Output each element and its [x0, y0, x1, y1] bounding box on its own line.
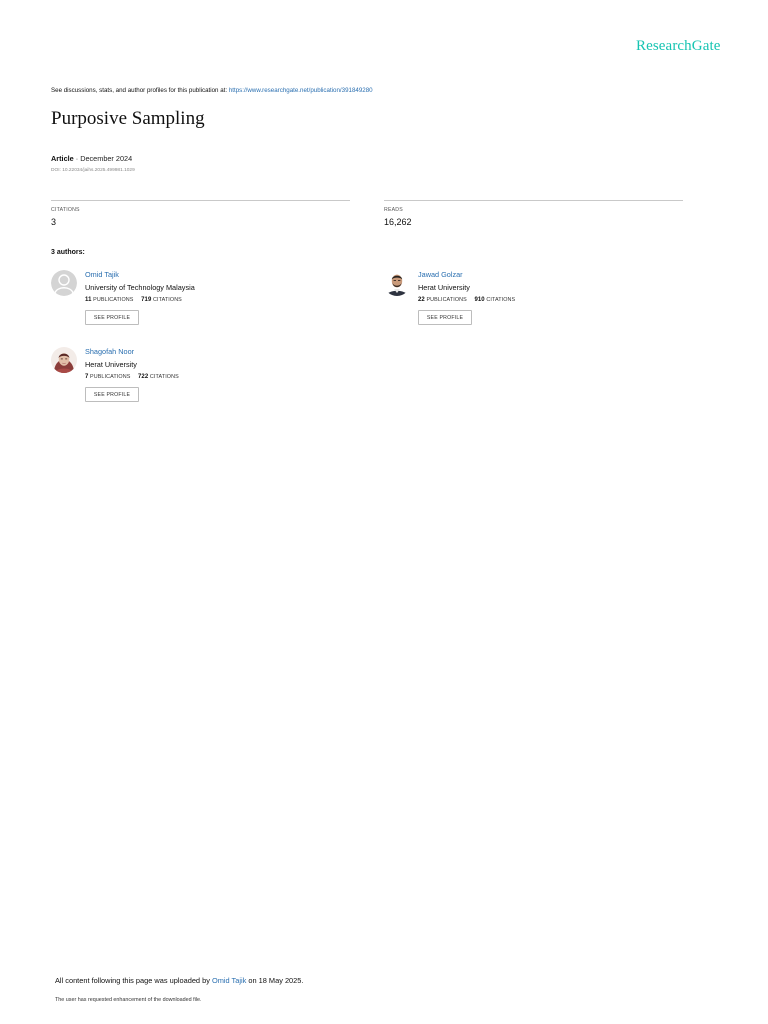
uploader-link[interactable]: Omid Tajik	[212, 976, 246, 985]
article-date: · December 2024	[73, 154, 133, 163]
author-name-link[interactable]: Shagofah Noor	[85, 347, 134, 356]
author-institution: Herat University	[85, 360, 137, 369]
reads-divider	[384, 200, 683, 201]
author-card: Shagofah Noor Herat University 7 PUBLICA…	[51, 347, 351, 417]
author-card: Omid Tajik University of Technology Mala…	[51, 270, 351, 340]
doi-text: DOI: 10.22034/jaihs.2025.499981.1029	[51, 168, 135, 173]
reads-count: 16,262	[384, 217, 412, 227]
citations-label: CITATIONS	[153, 297, 182, 303]
author-card: Jawad Golzar Herat University 22 PUBLICA…	[384, 270, 684, 340]
avatar-placeholder-icon[interactable]	[51, 270, 77, 296]
reads-label: READS	[384, 207, 403, 213]
article-type-date: Article · December 2024	[51, 154, 132, 163]
author-name-link[interactable]: Omid Tajik	[85, 270, 119, 279]
author-stats: 7 PUBLICATIONS 722 CITATIONS	[85, 374, 179, 380]
enhancement-note: The user has requested enhancement of th…	[55, 997, 202, 1003]
citations-label: CITATIONS	[149, 374, 179, 380]
upload-suffix: on 18 May 2025.	[246, 976, 304, 985]
author-stats: 11 PUBLICATIONS 719 CITATIONS	[85, 297, 182, 303]
citations-count: 910	[474, 297, 485, 303]
upload-prefix: All content following this page was uplo…	[55, 976, 212, 985]
author-name-link[interactable]: Jawad Golzar	[418, 270, 463, 279]
author-photo-icon[interactable]	[51, 347, 77, 373]
citations-label: CITATIONS	[486, 297, 516, 303]
see-profile-button[interactable]: SEE PROFILE	[85, 387, 139, 402]
publications-count: 11	[85, 297, 92, 303]
publications-label: PUBLICATIONS	[93, 297, 134, 303]
citations-count: 719	[141, 297, 152, 303]
author-stats: 22 PUBLICATIONS 910 CITATIONS	[418, 297, 515, 303]
publication-title: Purposive Sampling	[51, 108, 205, 129]
citations-count: 3	[51, 217, 57, 227]
researchgate-logo[interactable]: ResearchGate	[636, 38, 720, 55]
citations-count: 722	[138, 374, 149, 380]
upload-notice: All content following this page was uplo…	[55, 976, 303, 985]
authors-heading: 3 authors:	[51, 249, 85, 256]
author-institution: University of Technology Malaysia	[85, 283, 195, 292]
discussion-prefix: See discussions, stats, and author profi…	[51, 87, 229, 94]
publications-count: 7	[85, 374, 89, 380]
publications-count: 22	[418, 297, 425, 303]
publications-label: PUBLICATIONS	[426, 297, 467, 303]
article-type: Article	[51, 154, 74, 163]
citations-label: CITATIONS	[51, 207, 80, 213]
see-profile-button[interactable]: SEE PROFILE	[85, 310, 139, 325]
author-institution: Herat University	[418, 283, 470, 292]
citations-divider	[51, 200, 350, 201]
see-profile-button[interactable]: SEE PROFILE	[418, 310, 472, 325]
discussion-line: See discussions, stats, and author profi…	[51, 87, 373, 94]
publication-url-link[interactable]: https://www.researchgate.net/publication…	[229, 87, 373, 94]
publications-label: PUBLICATIONS	[90, 374, 131, 380]
author-photo-icon[interactable]	[384, 270, 410, 296]
